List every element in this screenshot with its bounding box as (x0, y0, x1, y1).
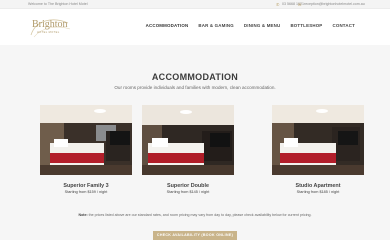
room-card[interactable]: Superior Double Starting from $145 / nig… (142, 105, 234, 194)
room-photo[interactable] (142, 105, 234, 175)
mail-icon: ✉ (298, 1, 302, 7)
note-label: Note: (78, 213, 88, 217)
nav-contact[interactable]: CONTACT (327, 23, 360, 29)
phone-icon: ✆ (276, 1, 280, 7)
main-nav: ACCOMMODATION BAR & GAMING DINING & MENU… (141, 23, 360, 29)
room-price: Starting from $185 / night (296, 190, 340, 194)
room-card[interactable]: Superior Family 3 Starting from $159 / n… (40, 105, 132, 194)
room-card[interactable]: Studio Apartment Starting from $185 / ni… (272, 105, 364, 194)
email-link[interactable]: ✉ reception@brightonhotelmotel.com.au (298, 1, 365, 8)
logo-tagline: HOTEL MOTEL (37, 31, 60, 34)
nav-bar-gaming[interactable]: BAR & GAMING (193, 23, 239, 29)
section-title: ACCOMMODATION (151, 72, 239, 82)
room-photo[interactable] (272, 105, 364, 175)
room-name: Studio Apartment (295, 183, 341, 189)
accommodation-section: ACCOMMODATION Our rooms provide individu… (0, 45, 390, 240)
logo-wordmark: Brighton (32, 19, 68, 30)
room-name: Superior Double (167, 183, 209, 189)
nav-dining-menu[interactable]: DINING & MENU (239, 23, 286, 29)
pricing-note: Note: the prices listed above are our st… (0, 213, 390, 217)
room-photo[interactable] (40, 105, 132, 175)
room-price: Starting from $159 / night (64, 190, 108, 194)
section-subtitle: Our rooms provide individuals and famili… (114, 85, 276, 90)
site-header: Brighton HOTEL MOTEL ACCOMMODATION BAR &… (0, 9, 390, 45)
welcome-text: Welcome to The Brighton Hotel Motel (28, 2, 88, 6)
nav-accommodation[interactable]: ACCOMMODATION (141, 23, 194, 29)
nav-bottleshop[interactable]: BOTTLESHOP (285, 23, 327, 29)
site-logo[interactable]: Brighton HOTEL MOTEL (28, 15, 74, 41)
email-address: reception@brightonhotelmotel.com.au (304, 2, 365, 6)
note-text: the prices listed above are our standard… (88, 213, 312, 217)
room-price: Starting from $145 / night (166, 190, 210, 194)
room-name: Superior Family 3 (63, 183, 109, 189)
check-availability-button[interactable]: CHECK AVAILABILITY (BOOK ONLINE) (153, 231, 237, 240)
top-bar: Welcome to The Brighton Hotel Motel ✆ 03… (0, 0, 390, 9)
